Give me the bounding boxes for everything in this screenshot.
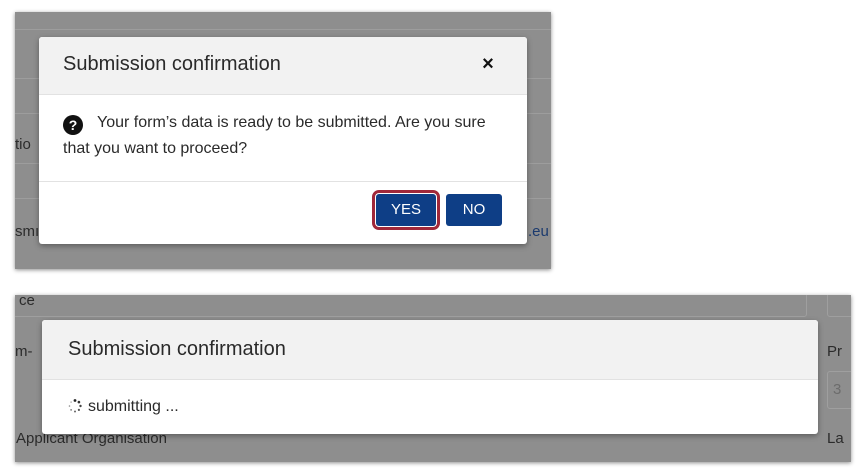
- background-link-fragment: .eu: [528, 223, 549, 240]
- background-text-fragment: ce: [19, 295, 35, 309]
- no-button[interactable]: NO: [446, 194, 502, 226]
- background-text-fragment: m-: [15, 343, 33, 360]
- submitting-status: submitting ...: [68, 398, 179, 416]
- background-text-fragment: 3: [833, 381, 842, 398]
- background-text-fragment: tio: [15, 136, 31, 153]
- dialog-title: Submission confirmation: [68, 338, 286, 360]
- background-text-fragment: smı: [15, 223, 40, 240]
- dialog-header: Submission confirmation ×: [39, 37, 527, 95]
- question-circle-icon: ?: [63, 115, 83, 135]
- submitting-status-text: submitting ...: [88, 398, 179, 415]
- submitting-dialog: Submission confirmation submitting ...: [42, 320, 818, 434]
- background-input-field: [15, 295, 807, 317]
- confirmation-message-text: Your form’s data is ready to be submitte…: [63, 114, 486, 157]
- dialog-message: ? Your form’s data is ready to be submitt…: [63, 110, 507, 162]
- submitting-screenshot: ce m- Pr 3 Applicant Organisation La Sub…: [15, 295, 851, 462]
- loading-spinner-icon: [68, 399, 82, 413]
- dialog-footer-divider: [39, 181, 527, 182]
- dialog-title: Submission confirmation: [63, 53, 281, 75]
- submission-confirmation-dialog: Submission confirmation × ? Your form’s d…: [39, 37, 527, 244]
- confirmation-screenshot: tio smı .eu Submission confirmation × ? Y…: [15, 12, 551, 269]
- background-input-field: [827, 295, 851, 317]
- dialog-header: Submission confirmation: [42, 320, 818, 380]
- background-divider: [15, 29, 551, 30]
- background-text-fragment: La: [827, 430, 844, 447]
- yes-button[interactable]: YES: [372, 190, 440, 230]
- close-icon[interactable]: ×: [477, 53, 499, 75]
- background-text-fragment: Pr: [827, 343, 842, 360]
